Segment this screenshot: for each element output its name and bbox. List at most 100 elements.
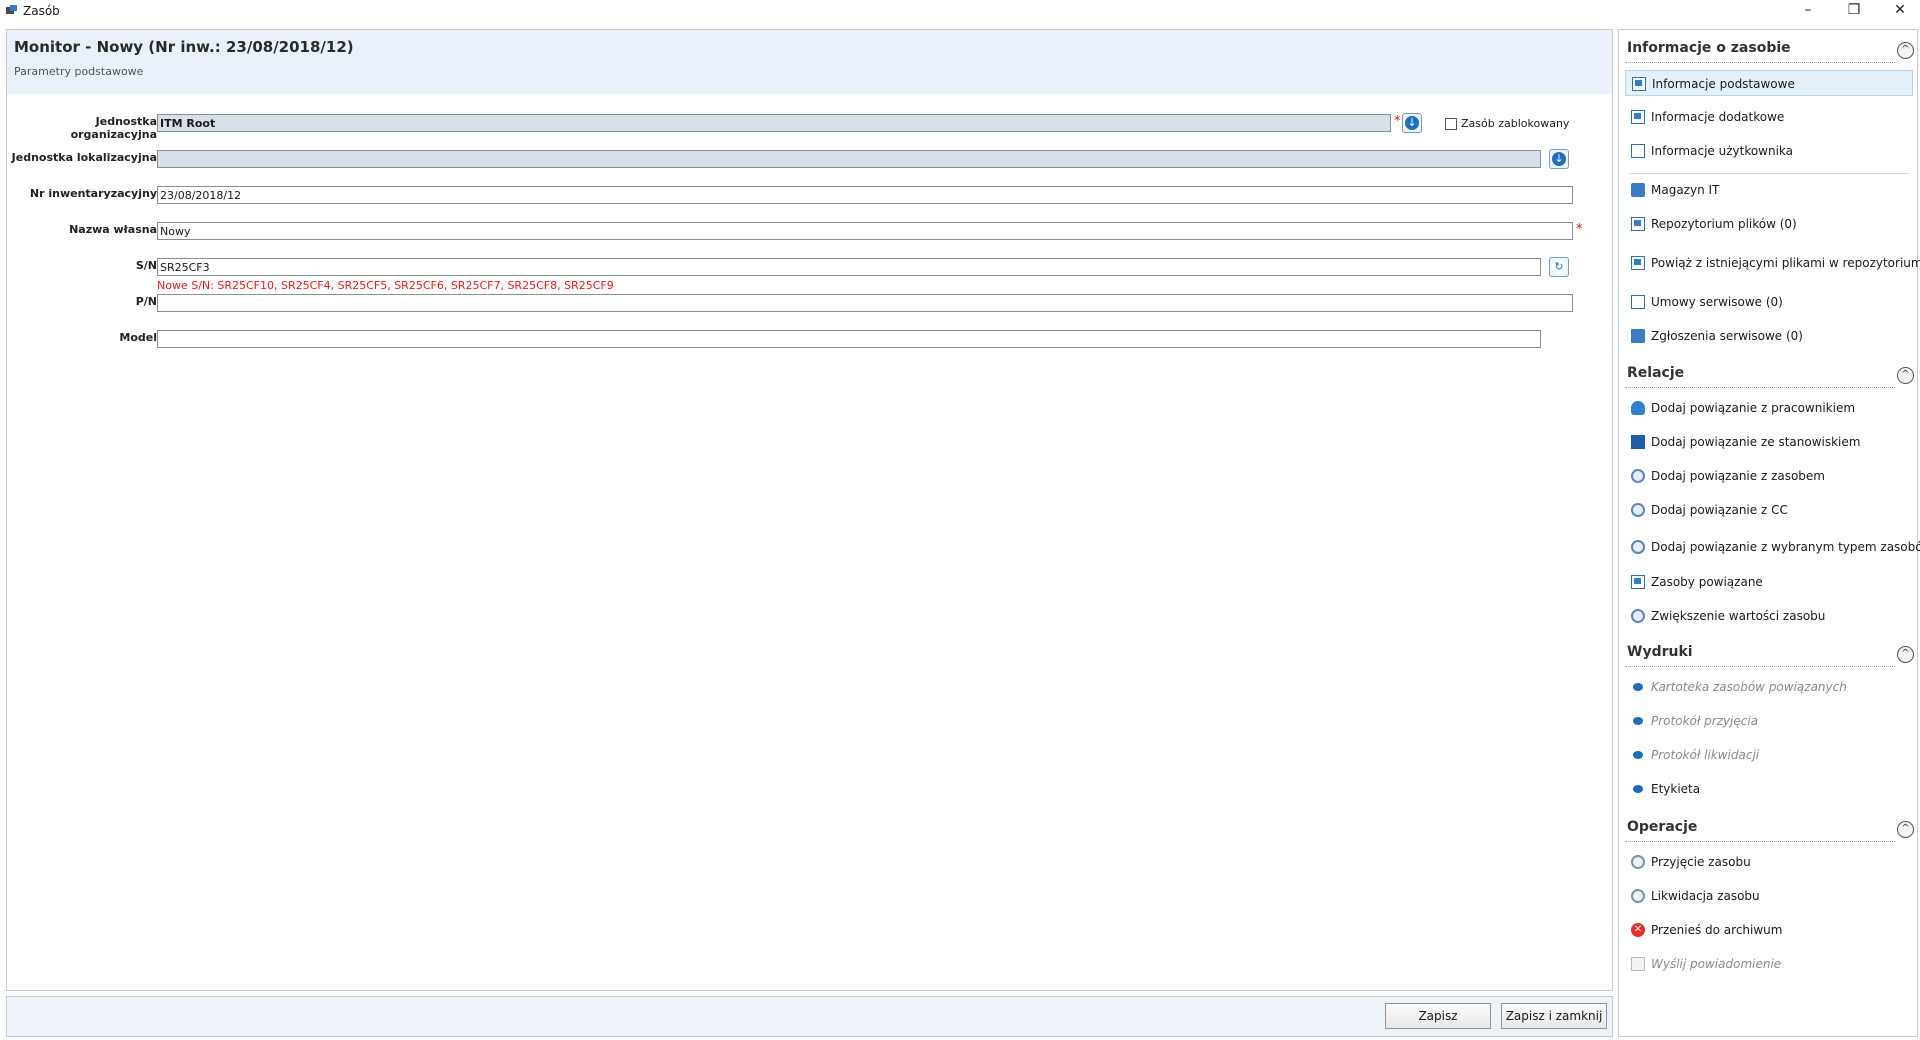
sidebar-item-label: Kartoteka zasobów powiązanych <box>1651 680 1847 694</box>
name-field[interactable]: Nowy <box>157 222 1573 240</box>
sidebar-item-print-liquidation[interactable]: Protokół likwidacji <box>1625 742 1913 768</box>
page-title: Monitor - Nowy (Nr inw.: 23/08/2018/12) <box>14 38 354 56</box>
sidebar-item-label: Zasoby powiązane <box>1651 575 1763 589</box>
sidebar-item-label: Umowy serwisowe (0) <box>1651 295 1783 309</box>
org-unit-field[interactable]: ITM Root <box>157 114 1391 132</box>
sidebar-item-link-asset[interactable]: Dodaj powiązanie z zasobem <box>1625 463 1913 489</box>
org-unit-label: Jednostka organizacyjna <box>70 115 157 141</box>
archive-close-icon: ✕ <box>1631 923 1645 937</box>
collapse-prints-button[interactable]: ^ <box>1897 646 1914 663</box>
restore-button[interactable]: ❐ <box>1834 0 1874 22</box>
refresh-icon: ↻ <box>1552 260 1566 274</box>
sidebar-item-user-info[interactable]: Informacje użytkownika <box>1625 138 1913 164</box>
sidebar-item-link-asset-type[interactable]: Dodaj powiązanie z wybranym typem zasobó… <box>1625 534 1920 560</box>
inv-no-label: Nr inwentaryzacyjny <box>29 187 157 200</box>
save-close-button[interactable]: Zapisz i zamknij <box>1501 1003 1607 1029</box>
divider <box>1629 173 1909 174</box>
sidebar-item-label: Zgłoszenia serwisowe (0) <box>1651 329 1803 343</box>
window-title: Zasób <box>23 4 60 18</box>
sidebar-item-label: Dodaj powiązanie z wybranym typem zasobó… <box>1651 540 1920 554</box>
model-field[interactable] <box>157 330 1541 348</box>
sidebar-item-label: Dodaj powiązanie z pracownikiem <box>1651 401 1856 415</box>
divider <box>1625 387 1895 388</box>
divider <box>1625 666 1895 667</box>
model-label: Model <box>119 331 157 344</box>
form-icon <box>1632 77 1646 91</box>
sidebar-item-basic-info[interactable]: Informacje podstawowe <box>1625 70 1913 96</box>
sidebar-item-print-related[interactable]: Kartoteka zasobów powiązanych <box>1625 674 1913 700</box>
section-title-operations: Operacje <box>1627 819 1698 835</box>
sidebar-item-label: Dodaj powiązanie ze stanowiskiem <box>1651 435 1861 449</box>
inv-no-field[interactable]: 23/08/2018/12 <box>157 186 1573 204</box>
app-icon <box>6 5 17 14</box>
accept-icon <box>1631 855 1645 869</box>
sidebar-item-send-notification[interactable]: Wyślij powiadomienie <box>1625 951 1913 977</box>
sidebar: Informacje o zasobie ^ Informacje podsta… <box>1618 29 1920 1037</box>
sidebar-item-print-acceptance[interactable]: Protokół przyjęcia <box>1625 708 1913 734</box>
required-marker: * <box>1394 114 1401 129</box>
mail-icon <box>1631 957 1645 971</box>
related-assets-icon <box>1631 575 1645 589</box>
sidebar-item-label: Informacje dodatkowe <box>1651 110 1785 124</box>
sn-generate-button[interactable]: ↻ <box>1549 257 1569 277</box>
bottom-bar: Zapisz Zapisz i zamknij <box>6 996 1613 1037</box>
sidebar-item-label: Protokół likwidacji <box>1651 748 1760 762</box>
link-icon <box>1631 503 1645 517</box>
sidebar-item-extra-info[interactable]: Informacje dodatkowe <box>1625 104 1913 130</box>
edit-icon <box>1631 144 1645 158</box>
form-header: Monitor - Nowy (Nr inw.: 23/08/2018/12) … <box>7 30 1612 94</box>
collapse-relations-button[interactable]: ^ <box>1897 367 1914 384</box>
sidebar-item-link-workstation[interactable]: Dodaj powiązanie ze stanowiskiem <box>1625 429 1913 455</box>
value-increase-icon <box>1631 609 1645 623</box>
blocked-checkbox[interactable] <box>1445 118 1457 130</box>
section-title-info: Informacje o zasobie <box>1627 40 1791 56</box>
sidebar-item-label: Protokół przyjęcia <box>1651 714 1759 728</box>
sn-field[interactable]: SR25CF3 <box>157 258 1541 276</box>
sidebar-item-label: Informacje podstawowe <box>1652 77 1795 91</box>
pn-field[interactable] <box>157 294 1573 312</box>
sidebar-item-label: Likwidacja zasobu <box>1651 889 1760 903</box>
warehouse-icon <box>1631 183 1645 197</box>
close-window-button[interactable]: ✕ <box>1880 0 1920 22</box>
print-icon <box>1633 717 1643 725</box>
sidebar-item-service-tickets[interactable]: Zgłoszenia serwisowe (0) <box>1625 323 1913 349</box>
form-icon <box>1631 110 1645 124</box>
sidebar-item-print-label[interactable]: Etykieta <box>1625 776 1913 802</box>
name-label: Nazwa własna <box>69 223 157 236</box>
arrow-down-icon: ↓ <box>1552 152 1566 166</box>
sidebar-item-label: Repozytorium plików (0) <box>1651 217 1797 231</box>
contract-icon <box>1631 295 1645 309</box>
sidebar-item-archive[interactable]: ✕ Przenieś do archiwum <box>1625 917 1913 943</box>
repository-icon <box>1631 217 1645 231</box>
loc-unit-label: Jednostka lokalizacyjna <box>11 151 157 164</box>
sidebar-item-label: Etykieta <box>1651 782 1701 796</box>
sidebar-item-label: Dodaj powiązanie z zasobem <box>1651 469 1825 483</box>
minimize-button[interactable]: – <box>1788 0 1828 22</box>
sidebar-item-file-repo[interactable]: Repozytorium plików (0) <box>1625 211 1913 237</box>
section-title-relations: Relacje <box>1627 365 1685 381</box>
sidebar-item-warehouse[interactable]: Magazyn IT <box>1625 177 1913 203</box>
main-form-panel: Monitor - Nowy (Nr inw.: 23/08/2018/12) … <box>6 29 1613 991</box>
sidebar-item-increase-value[interactable]: Zwiększenie wartości zasobu <box>1625 603 1913 629</box>
arrow-down-icon: ↓ <box>1405 116 1419 130</box>
sidebar-item-link-employee[interactable]: Dodaj powiązanie z pracownikiem <box>1625 395 1913 421</box>
page-subtitle: Parametry podstawowe <box>14 65 144 78</box>
loc-unit-picker-button[interactable]: ↓ <box>1549 149 1569 169</box>
sidebar-item-liquidate-asset[interactable]: Likwidacja zasobu <box>1625 883 1913 909</box>
link-files-icon <box>1631 256 1645 270</box>
sidebar-item-accept-asset[interactable]: Przyjęcie zasobu <box>1625 849 1913 875</box>
sidebar-item-link-cc[interactable]: Dodaj powiązanie z CC <box>1625 497 1913 523</box>
tickets-icon <box>1631 329 1645 343</box>
loc-unit-field[interactable] <box>157 150 1541 168</box>
collapse-info-button[interactable]: ^ <box>1897 42 1914 59</box>
save-button[interactable]: Zapisz <box>1385 1003 1491 1029</box>
org-unit-picker-button[interactable]: ↓ <box>1402 113 1422 133</box>
link-icon <box>1631 540 1645 554</box>
sidebar-item-related-assets[interactable]: Zasoby powiązane <box>1625 569 1913 595</box>
sidebar-item-label: Dodaj powiązanie z CC <box>1651 503 1788 517</box>
sidebar-item-service-contracts[interactable]: Umowy serwisowe (0) <box>1625 289 1913 315</box>
section-title-prints: Wydruki <box>1627 644 1693 660</box>
sidebar-item-label: Magazyn IT <box>1651 183 1720 197</box>
sidebar-item-link-files[interactable]: Powiąż z istniejącymi plikami w repozyto… <box>1625 250 1920 276</box>
collapse-operations-button[interactable]: ^ <box>1897 821 1914 838</box>
